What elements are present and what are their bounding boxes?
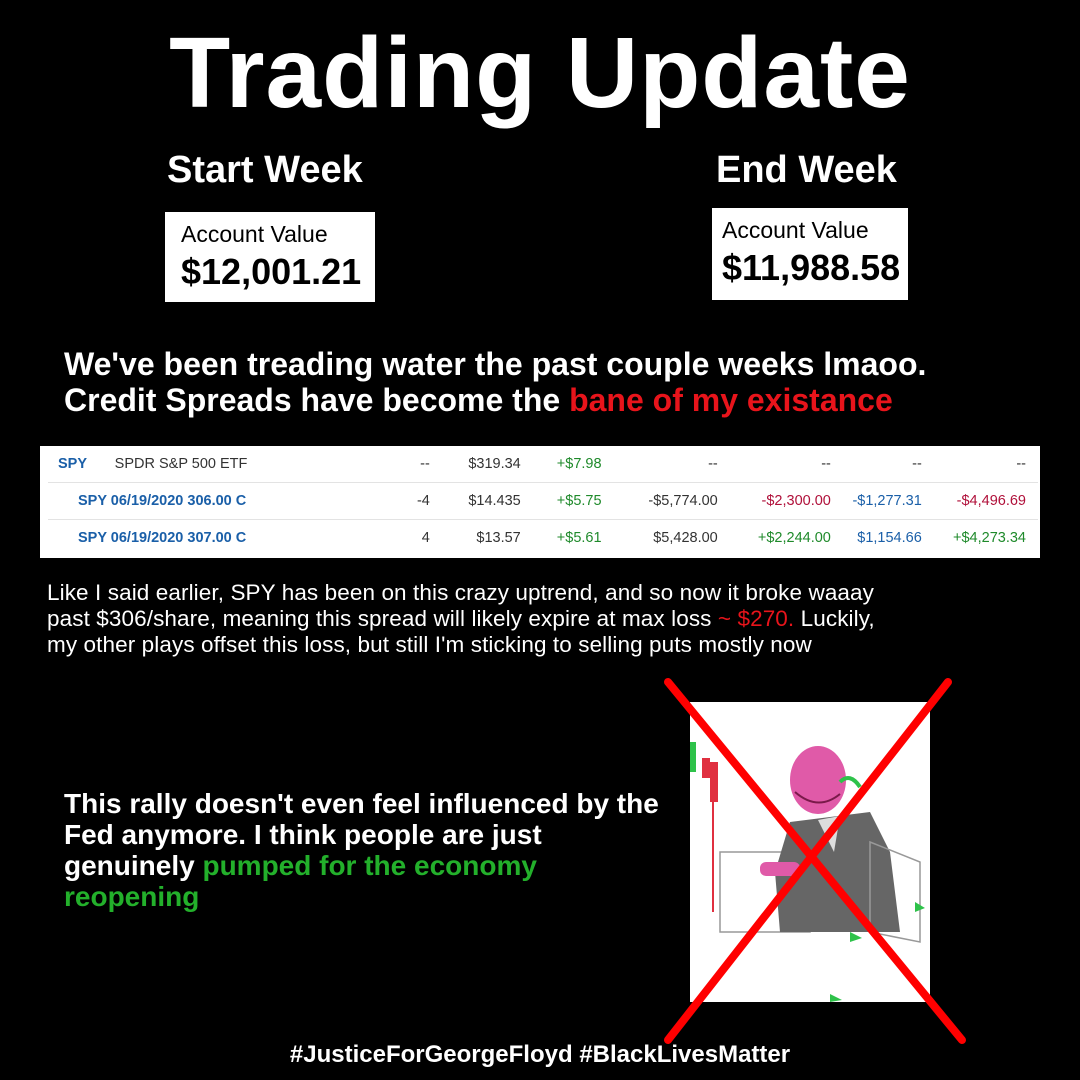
value-cell: --	[708, 456, 718, 472]
change-cell: +$5.61	[520, 519, 602, 556]
page-title: Trading Update	[169, 17, 911, 129]
price-cell: $13.57	[429, 519, 521, 556]
day-gain-cell: $1,154.66	[830, 519, 922, 556]
start-account-box: Account Value $12,001.21	[165, 212, 375, 302]
symbol-cell[interactable]: SPY 06/19/2020 307.00 C	[48, 519, 368, 556]
description-cell: SPDR S&P 500 ETF	[114, 456, 248, 472]
intro-highlight: bane of my existance	[569, 382, 893, 418]
price-cell: $319.34	[468, 456, 521, 472]
commentary-line-3: my other plays offset this loss, but sti…	[47, 632, 812, 657]
qty-cell: 4	[367, 519, 430, 556]
intro-line-2-text: Credit Spreads have become the	[64, 382, 570, 418]
rally-note: This rally doesn't even feel influenced …	[64, 788, 664, 912]
day-gain-cell: --	[912, 456, 922, 472]
end-account-label: Account Value	[722, 217, 869, 243]
intro-line-1: We've been treading water the past coupl…	[64, 346, 927, 382]
commentary-line-2-prefix: past $306/share, meaning this spread wil…	[47, 606, 718, 631]
day-gain-cell: -$1,277.31	[830, 482, 922, 520]
table-row[interactable]: SPY SPDR S&P 500 ETF -- $319.34 +$7.98 -…	[48, 446, 1038, 483]
positions-table: SPY SPDR S&P 500 ETF -- $319.34 +$7.98 -…	[48, 446, 1038, 556]
commentary-line-2-suffix: Luckily,	[794, 606, 875, 631]
value-cell: -$5,774.00	[601, 482, 718, 520]
hashtags: #JusticeForGeorgeFloyd #BlackLivesMatter	[289, 1041, 791, 1068]
total-cell: +$4,273.34	[921, 519, 1038, 556]
commentary-line-2: past $306/share, meaning this spread wil…	[47, 606, 875, 632]
symbol-cell[interactable]: SPY 06/19/2020 306.00 C	[48, 482, 368, 520]
intro-paragraph: We've been treading water the past coupl…	[64, 346, 926, 418]
table-row[interactable]: SPY 06/19/2020 307.00 C 4 $13.57 +$5.61 …	[48, 519, 1038, 556]
gain-cell: --	[821, 456, 831, 472]
commentary-paragraph: Like I said earlier, SPY has been on thi…	[47, 580, 875, 658]
positions-table-screenshot: SPY SPDR S&P 500 ETF -- $319.34 +$7.98 -…	[40, 446, 1040, 558]
price-cell: $14.435	[429, 482, 521, 520]
start-week-label: Start Week	[167, 149, 363, 191]
commentary-highlight: ~ $270.	[717, 606, 795, 631]
change-cell: +$7.98	[556, 456, 602, 472]
qty-cell: -4	[367, 482, 430, 520]
intro-line-2: Credit Spreads have become the bane of m…	[64, 382, 926, 418]
start-account-value: $12,001.21	[181, 251, 362, 292]
table-row[interactable]: SPY 06/19/2020 306.00 C -4 $14.435 +$5.7…	[48, 482, 1038, 520]
total-cell: -$4,496.69	[921, 482, 1038, 520]
symbol-cell[interactable]: SPY	[48, 446, 115, 483]
wojak-illustration-icon	[690, 742, 925, 1002]
value-cell: $5,428.00	[601, 519, 718, 556]
qty-cell: --	[420, 456, 430, 472]
change-cell: +$5.75	[520, 482, 602, 520]
total-cell: --	[1016, 456, 1026, 472]
end-account-box: Account Value $11,988.58	[712, 208, 908, 300]
commentary-line-1: Like I said earlier, SPY has been on thi…	[47, 580, 875, 605]
gain-cell: +$2,244.00	[717, 519, 831, 556]
end-account-value: $11,988.58	[722, 247, 901, 288]
gain-cell: -$2,300.00	[717, 482, 831, 520]
start-account-label: Account Value	[181, 221, 328, 247]
end-week-label: End Week	[716, 149, 897, 191]
meme-image	[690, 702, 930, 1002]
